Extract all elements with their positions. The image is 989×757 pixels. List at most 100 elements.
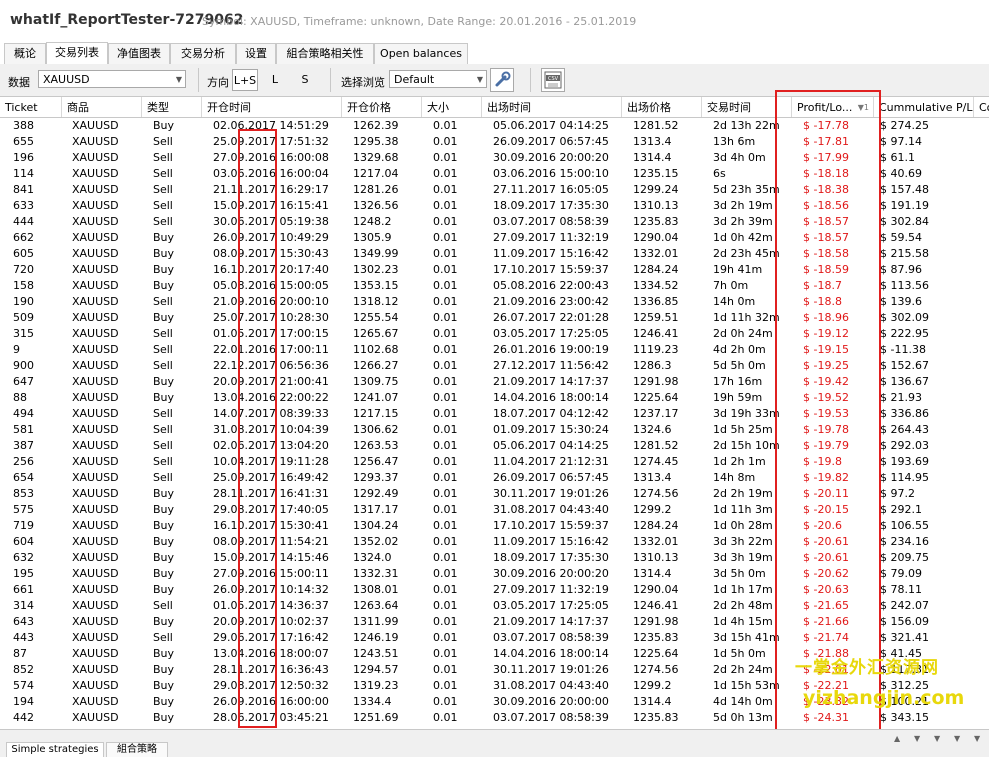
cell-size: 0.01 (433, 551, 458, 564)
wrench-button[interactable] (490, 68, 514, 92)
cell-close-price: 1310.13 (633, 199, 679, 212)
cell-close-price: 1274.45 (633, 455, 679, 468)
cell-close-time: 03.05.2017 17:25:05 (493, 599, 609, 612)
cell-size: 0.01 (433, 519, 458, 532)
cell-close-price: 1284.24 (633, 263, 679, 276)
title-bar: whatIf_ReportTester-7279062 Symbol: XAUU… (0, 0, 989, 41)
cell-open-price: 1241.07 (353, 391, 399, 404)
cell-close-time: 05.08.2016 22:00:43 (493, 279, 609, 292)
cell-type: Sell (153, 151, 173, 164)
cell-symbol: XAUUSD (72, 295, 119, 308)
cell-open-price: 1255.54 (353, 311, 399, 324)
cell-cumulative-pl: $ 292.03 (880, 439, 929, 452)
nav-down-icon[interactable]: ▼ (954, 734, 960, 743)
cell-open-time: 14.07.2017 08:39:33 (213, 407, 329, 420)
cell-cumulative-pl: $ 156.09 (880, 615, 929, 628)
nav-down-icon[interactable]: ▼ (934, 734, 940, 743)
cell-close-time: 17.10.2017 15:59:37 (493, 519, 609, 532)
cell-ticket: 194 (13, 695, 34, 708)
cell-open-price: 1243.51 (353, 647, 399, 660)
cell-size: 0.01 (433, 151, 458, 164)
cell-symbol: XAUUSD (72, 391, 119, 404)
tab-portfolio-correlation[interactable]: 組合策略相关性 (276, 43, 374, 64)
cell-type: Sell (153, 407, 173, 420)
direction-long-button[interactable]: L (262, 69, 288, 91)
cell-close-time: 30.09.2016 20:00:20 (493, 567, 609, 580)
nav-up-icon[interactable]: ▲ (894, 734, 900, 743)
cell-cumulative-pl: $ 302.84 (880, 215, 929, 228)
column-header-comment[interactable]: Co (974, 97, 989, 117)
cell-cumulative-pl: $ 79.09 (880, 567, 922, 580)
cell-ticket: 632 (13, 551, 34, 564)
cell-ticket: 114 (13, 167, 34, 180)
column-header-size[interactable]: 大小 (422, 97, 482, 117)
cell-size: 0.01 (433, 199, 458, 212)
cell-close-time: 03.07.2017 08:58:39 (493, 631, 609, 644)
cell-ticket: 662 (13, 231, 34, 244)
tab-trade-list[interactable]: 交易列表 (46, 42, 108, 65)
cell-ticket: 852 (13, 663, 34, 676)
cell-close-price: 1235.83 (633, 215, 679, 228)
cell-cumulative-pl: $ 113.56 (880, 279, 929, 292)
tab-portfolio-strategies[interactable]: 組合策略 (106, 742, 168, 757)
cell-open-time: 21.11.2017 16:29:17 (213, 183, 329, 196)
cell-close-price: 1291.98 (633, 615, 679, 628)
cell-ticket: 841 (13, 183, 34, 196)
column-header-type[interactable]: 类型 (142, 97, 202, 117)
cell-close-price: 1235.15 (633, 167, 679, 180)
cell-close-time: 18.07.2017 04:12:42 (493, 407, 609, 420)
column-header-close-time[interactable]: 出场时间 (482, 97, 622, 117)
cell-size: 0.01 (433, 343, 458, 356)
data-label: 数据 (8, 76, 30, 89)
cell-close-time: 30.09.2016 20:00:20 (493, 151, 609, 164)
cell-symbol: XAUUSD (72, 519, 119, 532)
tab-open-balances[interactable]: Open balances (374, 43, 468, 64)
cell-size: 0.01 (433, 247, 458, 260)
column-header-cumulative-pl[interactable]: Cummulative P/L (874, 97, 974, 117)
cell-symbol: XAUUSD (72, 551, 119, 564)
tab-simple-strategies[interactable]: Simple strategies (6, 742, 104, 757)
column-header-open-price[interactable]: 开仓价格 (342, 97, 422, 117)
cell-ticket: 647 (13, 375, 34, 388)
cell-size: 0.01 (433, 119, 458, 132)
column-header-close-price[interactable]: 出场价格 (622, 97, 702, 117)
cell-ticket: 643 (13, 615, 34, 628)
cell-open-time: 20.09.2017 10:02:37 (213, 615, 329, 628)
cell-close-time: 26.09.2017 06:57:45 (493, 471, 609, 484)
cell-close-price: 1313.4 (633, 471, 672, 484)
symbol-select[interactable]: XAUUSD ▼ (38, 70, 186, 88)
cell-symbol: XAUUSD (72, 375, 119, 388)
nav-down-icon[interactable]: ▼ (974, 734, 980, 743)
cell-open-price: 1217.04 (353, 167, 399, 180)
cell-type: Buy (153, 647, 175, 660)
direction-long-short-button[interactable]: L+S (232, 69, 258, 91)
cell-cumulative-pl: $ 59.54 (880, 231, 922, 244)
column-header-ticket[interactable]: Ticket (0, 97, 62, 117)
cell-ticket: 314 (13, 599, 34, 612)
tab-settings[interactable]: 设置 (236, 43, 276, 64)
cell-close-price: 1313.4 (633, 135, 672, 148)
cell-size: 0.01 (433, 679, 458, 692)
column-header-symbol[interactable]: 商品 (62, 97, 142, 117)
tab-overview[interactable]: 概论 (4, 43, 46, 64)
cell-type: Buy (153, 679, 175, 692)
cell-type: Buy (153, 583, 175, 596)
tab-equity-chart[interactable]: 净值图表 (108, 43, 170, 64)
cell-close-time: 31.08.2017 04:43:40 (493, 679, 609, 692)
cell-open-price: 1256.47 (353, 455, 399, 468)
cell-cumulative-pl: $ 274.25 (880, 119, 929, 132)
view-select[interactable]: Default ▼ (389, 70, 487, 88)
nav-down-icon[interactable]: ▼ (914, 734, 920, 743)
cell-open-time: 15.09.2017 16:15:41 (213, 199, 329, 212)
cell-close-time: 03.06.2016 15:00:10 (493, 167, 609, 180)
cell-cumulative-pl: $ 136.67 (880, 375, 929, 388)
cell-size: 0.01 (433, 631, 458, 644)
cell-symbol: XAUUSD (72, 231, 119, 244)
direction-short-button[interactable]: S (292, 69, 318, 91)
cell-type: Sell (153, 631, 173, 644)
cell-type: Sell (153, 471, 173, 484)
cell-open-time: 27.09.2016 15:00:11 (213, 567, 329, 580)
column-header-open-time[interactable]: 开仓时间 (202, 97, 342, 117)
tab-trade-analysis[interactable]: 交易分析 (170, 43, 236, 64)
csv-export-button[interactable]: CSV (541, 68, 565, 92)
